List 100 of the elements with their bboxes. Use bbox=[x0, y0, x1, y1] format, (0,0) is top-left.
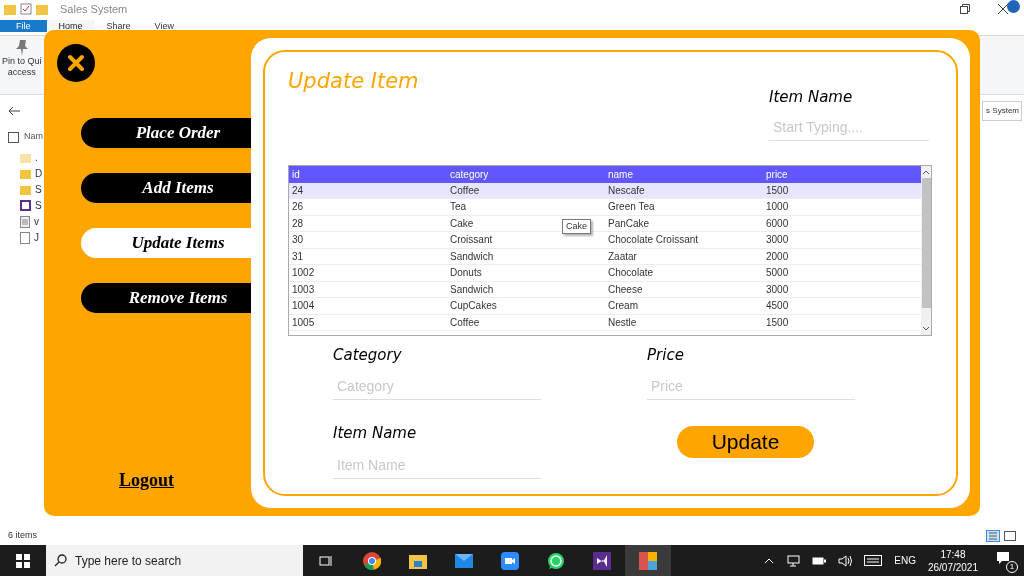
restore-icon[interactable] bbox=[960, 4, 970, 14]
table-cell: 1002 bbox=[292, 267, 315, 279]
column-header[interactable]: id bbox=[289, 166, 447, 182]
task-view-icon[interactable] bbox=[319, 554, 333, 567]
chat-icon[interactable] bbox=[547, 551, 565, 570]
file-name[interactable]: D bbox=[35, 166, 43, 181]
file-name[interactable]: v bbox=[34, 214, 39, 229]
keyboard-icon[interactable] bbox=[864, 555, 883, 566]
close-icon bbox=[67, 54, 85, 72]
table-cell: 1500 bbox=[766, 184, 789, 196]
table-cell: Chocolate bbox=[608, 267, 654, 279]
help-icon[interactable] bbox=[1007, 0, 1020, 13]
table-cell: 1005 bbox=[292, 316, 315, 328]
table-cell: Cake bbox=[450, 217, 474, 229]
battery-icon[interactable] bbox=[812, 556, 827, 565]
table-cell: 3000 bbox=[766, 234, 789, 246]
scrollbar[interactable] bbox=[921, 165, 931, 335]
select-all-checkbox[interactable] bbox=[8, 131, 19, 143]
nav-button[interactable]: Place Order bbox=[81, 118, 251, 148]
mail-icon[interactable] bbox=[455, 553, 473, 568]
field-label: Item Name bbox=[769, 87, 854, 108]
clock-time[interactable]: 17:48 bbox=[940, 547, 966, 561]
checklist-icon[interactable] bbox=[20, 3, 32, 15]
table-cell: 4500 bbox=[766, 300, 789, 312]
volume-icon[interactable] bbox=[838, 554, 853, 567]
table-cell: 2000 bbox=[766, 250, 789, 262]
nav-button[interactable]: Add Items bbox=[81, 173, 251, 203]
file-name[interactable]: S bbox=[35, 182, 42, 197]
file-name[interactable]: . bbox=[35, 150, 38, 165]
folder-icon bbox=[20, 152, 31, 163]
field-label: Category bbox=[333, 344, 403, 366]
table-cell: 28 bbox=[292, 217, 304, 229]
column-header[interactable]: price bbox=[763, 166, 921, 182]
field-label: Price bbox=[647, 344, 685, 366]
table-cell: 31 bbox=[292, 250, 304, 262]
table-cell: 26 bbox=[292, 201, 304, 213]
table-cell: PanCake bbox=[608, 217, 650, 229]
solution-icon bbox=[20, 200, 31, 211]
table-cell: 24 bbox=[292, 184, 304, 196]
code-editor-icon[interactable] bbox=[593, 551, 611, 570]
video-call-icon[interactable] bbox=[501, 551, 519, 570]
table-cell: 3000 bbox=[766, 283, 789, 295]
table-cell: 1004 bbox=[292, 300, 315, 312]
close-button[interactable] bbox=[57, 44, 95, 82]
table-cell: 1003 bbox=[292, 283, 315, 295]
table-cell: Donuts bbox=[450, 267, 482, 279]
table-cell: 6000 bbox=[766, 217, 789, 229]
column-header[interactable]: category bbox=[447, 166, 605, 182]
window-title: Sales System bbox=[60, 1, 128, 17]
column-header[interactable]: name bbox=[605, 166, 763, 182]
column-header[interactable]: Nam bbox=[24, 130, 43, 144]
pin-label: access bbox=[7, 67, 36, 78]
table-cell: 1500 bbox=[766, 316, 789, 328]
table-row[interactable]: 30 Croissant Chocolate Croissant 3000 bbox=[289, 232, 921, 249]
app-icon[interactable] bbox=[639, 551, 657, 570]
ribbon-tab[interactable]: View bbox=[142, 20, 186, 32]
folder-icon[interactable] bbox=[409, 552, 427, 569]
ribbon-tab[interactable]: File bbox=[0, 20, 47, 32]
file-name[interactable]: J bbox=[34, 230, 39, 245]
table-cell: Green Tea bbox=[608, 201, 655, 213]
table-cell: Chocolate Croissant bbox=[608, 234, 699, 246]
table-cell: Cheese bbox=[608, 283, 643, 295]
table-cell: Sandwich bbox=[450, 283, 494, 295]
notification-badge: 1 bbox=[1006, 560, 1018, 573]
table-cell: 5000 bbox=[766, 267, 789, 279]
notification-icon[interactable] bbox=[996, 550, 1010, 565]
table-row[interactable]: 1004 CupCakes Cream 4500 bbox=[289, 298, 921, 315]
table-row[interactable]: 1002 Donuts Chocolate 5000 bbox=[289, 265, 921, 282]
table-cell: 30 bbox=[292, 234, 304, 246]
table-row[interactable]: 26 Tea Green Tea 1000 bbox=[289, 199, 921, 216]
table-cell: Zaatar bbox=[608, 250, 637, 262]
pin-label: Pin to Qui bbox=[2, 56, 42, 67]
search-field[interactable]: s System bbox=[982, 101, 1022, 121]
chevron-up-icon[interactable] bbox=[764, 557, 775, 564]
network-icon[interactable] bbox=[786, 554, 801, 567]
file-name[interactable]: S bbox=[35, 198, 42, 213]
clock-date[interactable]: 26/07/2021 bbox=[927, 560, 978, 574]
ribbon-tab[interactable]: Share bbox=[94, 20, 143, 32]
back-arrow-icon[interactable] bbox=[8, 106, 20, 116]
update-button[interactable]: Update bbox=[677, 426, 814, 458]
table-cell: CupCakes bbox=[450, 300, 497, 312]
nav-button[interactable]: Update Items bbox=[81, 228, 251, 258]
pin-icon bbox=[14, 40, 29, 56]
browser-icon[interactable] bbox=[363, 551, 381, 570]
table-cell: Nestle bbox=[608, 316, 637, 328]
folder-icon bbox=[20, 168, 31, 179]
logout-link[interactable]: Logout bbox=[119, 467, 174, 494]
close-icon[interactable] bbox=[998, 4, 1008, 14]
windows-icon[interactable] bbox=[16, 553, 30, 568]
taskbar-search-field[interactable]: Type here to search bbox=[46, 545, 303, 576]
nav-button[interactable]: Remove Items bbox=[81, 283, 251, 313]
search-icon bbox=[54, 554, 67, 567]
document-icon bbox=[20, 215, 30, 228]
thumbnail-view-icon[interactable] bbox=[1004, 531, 1016, 541]
table-cell: Nescafe bbox=[608, 184, 645, 196]
pin-button[interactable]: Pin to Qui access bbox=[0, 36, 42, 78]
language-indicator[interactable]: ENG bbox=[894, 553, 916, 568]
table-cell: Coffee bbox=[450, 316, 480, 328]
page-title: Update Item bbox=[288, 68, 419, 95]
folder-icon bbox=[20, 184, 31, 195]
